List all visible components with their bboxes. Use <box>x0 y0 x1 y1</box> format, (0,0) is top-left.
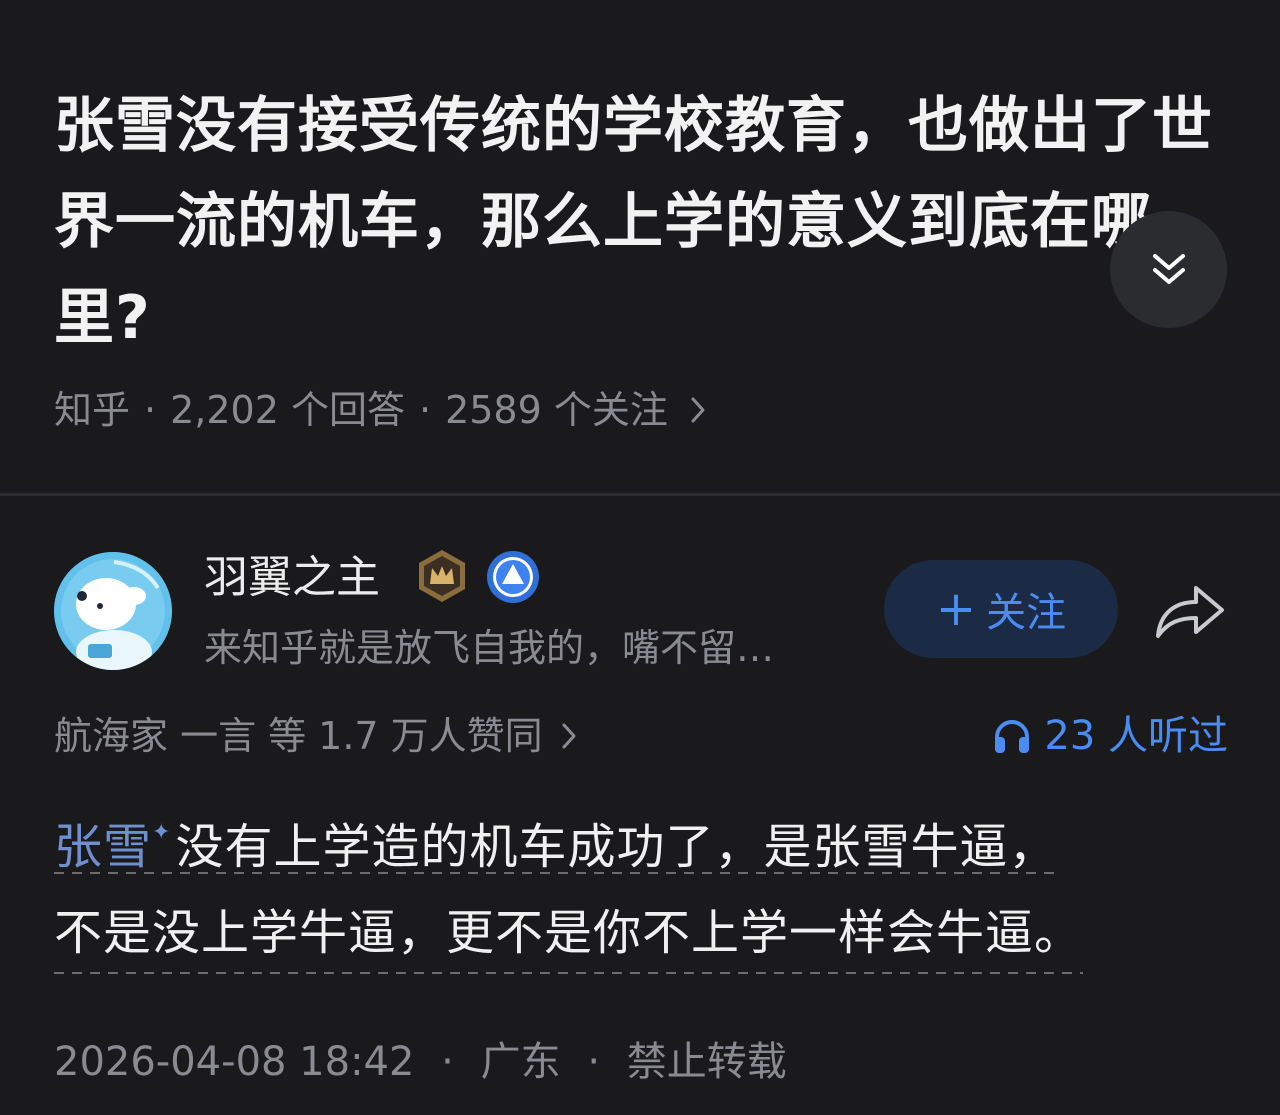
chevron-right-icon <box>561 722 577 750</box>
headphones-icon <box>992 717 1032 755</box>
answer-page: 张雪没有接受传统的学校教育，也做出了世界一流的机车，那么上学的意义到底在哪里? … <box>0 0 1280 1115</box>
topic-link[interactable]: 张雪 <box>54 819 152 875</box>
verified-badge-icon[interactable] <box>486 550 540 604</box>
answer-footer: 2026-04-08 18:42 · 广东 · 禁止转载 <box>54 1032 787 1092</box>
listen-count-button[interactable]: 23 人听过 <box>992 706 1228 766</box>
question-title[interactable]: 张雪没有接受传统的学校教育，也做出了世界一流的机车，那么上学的意义到底在哪里? <box>54 78 1234 366</box>
plus-icon: + <box>935 581 977 637</box>
author-avatar[interactable] <box>54 552 172 670</box>
followers-count: 2589 个关注 <box>445 388 668 432</box>
avatar-image <box>54 552 172 670</box>
follow-label: 关注 <box>986 590 1067 636</box>
author-bio: 来知乎就是放飞自我的，嘴不留… <box>204 626 775 670</box>
separator-dot: · <box>441 1039 454 1085</box>
answers-count: 2,202 个回答 <box>170 388 405 432</box>
expand-button[interactable] <box>1110 211 1227 328</box>
upvote-count: 等 1.7 万人赞同 <box>268 714 543 758</box>
answer-content: 张雪✦没有上学造的机车成功了，是张雪牛逼， 不是没上学牛逼，更不是你不上学一样会… <box>54 790 1234 976</box>
answer-line-1: 张雪✦没有上学造的机车成功了，是张雪牛逼， <box>54 790 1058 890</box>
share-icon[interactable] <box>1152 578 1228 642</box>
crown-badge-icon[interactable] <box>414 548 470 604</box>
separator-dot: · <box>144 388 157 432</box>
double-chevron-down-icon <box>1152 253 1185 284</box>
sparkle-icon: ✦ <box>152 820 172 845</box>
answer-line-2: 不是没上学牛逼，更不是你不上学一样会牛逼。 <box>54 890 1084 976</box>
answer-text-1: 没有上学造的机车成功了，是张雪牛逼， <box>175 819 1058 875</box>
copyright-notice: 禁止转载 <box>626 1039 787 1085</box>
upvoter-names: 航海家 一言 <box>54 714 257 758</box>
separator-dot: · <box>418 388 432 432</box>
separator-dot: · <box>587 1039 601 1085</box>
question-meta[interactable]: 知乎 · 2,202 个回答 · 2589 个关注 <box>54 380 706 440</box>
answer-location: 广东 <box>480 1039 561 1085</box>
chevron-right-icon <box>690 396 706 424</box>
source-label: 知乎 <box>54 388 131 432</box>
answer-date: 2026-04-08 18:42 <box>54 1039 415 1085</box>
upvote-summary[interactable]: 航海家 一言 等 1.7 万人赞同 <box>54 706 577 766</box>
section-divider <box>0 493 1280 496</box>
follow-button[interactable]: + 关注 <box>884 560 1118 658</box>
author-name[interactable]: 羽翼之主 <box>204 548 380 608</box>
listen-count: 23 人听过 <box>1044 713 1228 759</box>
